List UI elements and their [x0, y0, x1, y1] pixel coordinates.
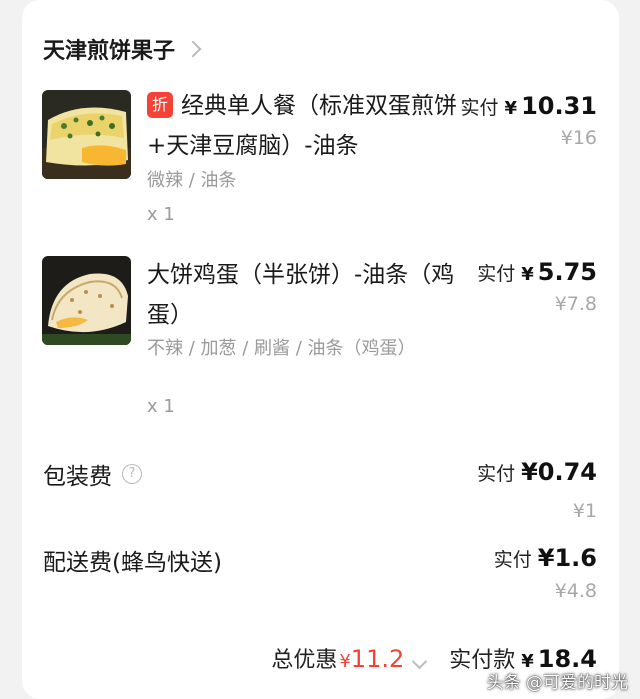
item-title: 大饼鸡蛋（半张饼）-油条（鸡蛋）	[147, 262, 455, 328]
currency-symbol: ¥	[504, 98, 518, 119]
paid-label: 实付	[493, 549, 532, 571]
item-spec: 不辣 / 加葱 / 刷酱 / 油条（鸡蛋）	[147, 338, 416, 359]
item-original-price: ¥16	[560, 127, 597, 149]
paid-amount: ¥1.6	[537, 544, 597, 572]
question-circle-icon[interactable]: ?	[122, 464, 142, 484]
item-quantity: x 1	[147, 396, 175, 417]
item-thumbnail[interactable]	[42, 256, 131, 345]
item-spec: 微辣 / 油条	[147, 170, 237, 191]
paid-label: 实付	[477, 263, 516, 285]
packaging-fee-original: ¥1	[572, 500, 597, 522]
delivery-fee-original: ¥4.8	[554, 580, 597, 602]
jianbing-food-image	[42, 90, 131, 179]
order-card: 天津煎饼果子 折经典单人餐（标准双蛋煎饼+天津豆腐脑）-油条 微辣 / 油条 x…	[22, 0, 619, 699]
total-discount-label[interactable]: 总优惠	[271, 642, 337, 674]
paid-label: 实付	[460, 97, 499, 119]
item-paid-price: 实付 ¥ 10.31	[461, 92, 597, 120]
item-quantity: x 1	[147, 204, 175, 225]
watermark: 头条 @可爱的时光	[486, 673, 628, 693]
item-thumbnail[interactable]	[42, 90, 131, 179]
shop-name[interactable]: 天津煎饼果子	[43, 33, 175, 65]
chevron-down-icon[interactable]	[411, 653, 428, 670]
delivery-fee-label: 配送费(蜂鸟快送)	[43, 550, 222, 576]
chevron-right-icon[interactable]	[184, 40, 202, 58]
paid-amount: ¥0.74	[521, 458, 597, 486]
dabing-food-image	[42, 256, 131, 345]
item-title: 折经典单人餐（标准双蛋煎饼+天津豆腐脑）-油条	[147, 92, 457, 159]
packaging-fee-label: 包装费 ?	[43, 457, 142, 491]
currency-symbol: ¥	[339, 651, 351, 672]
currency-symbol: ¥	[521, 264, 534, 285]
shop-header[interactable]: 天津煎饼果子	[43, 33, 202, 65]
total-discount-amount[interactable]: 11.2	[351, 645, 404, 673]
paid-amount: 10.31	[521, 92, 597, 120]
item-paid-price: 实付 ¥ 5.75	[477, 258, 597, 286]
packaging-fee-paid: 实付 ¥0.74	[477, 458, 597, 486]
item-original-price: ¥7.8	[554, 293, 597, 315]
delivery-fee-paid: 实付 ¥1.6	[494, 544, 597, 572]
discount-badge: 折	[147, 92, 173, 118]
paid-label: 实付	[477, 463, 516, 485]
paid-amount: 5.75	[537, 258, 597, 286]
